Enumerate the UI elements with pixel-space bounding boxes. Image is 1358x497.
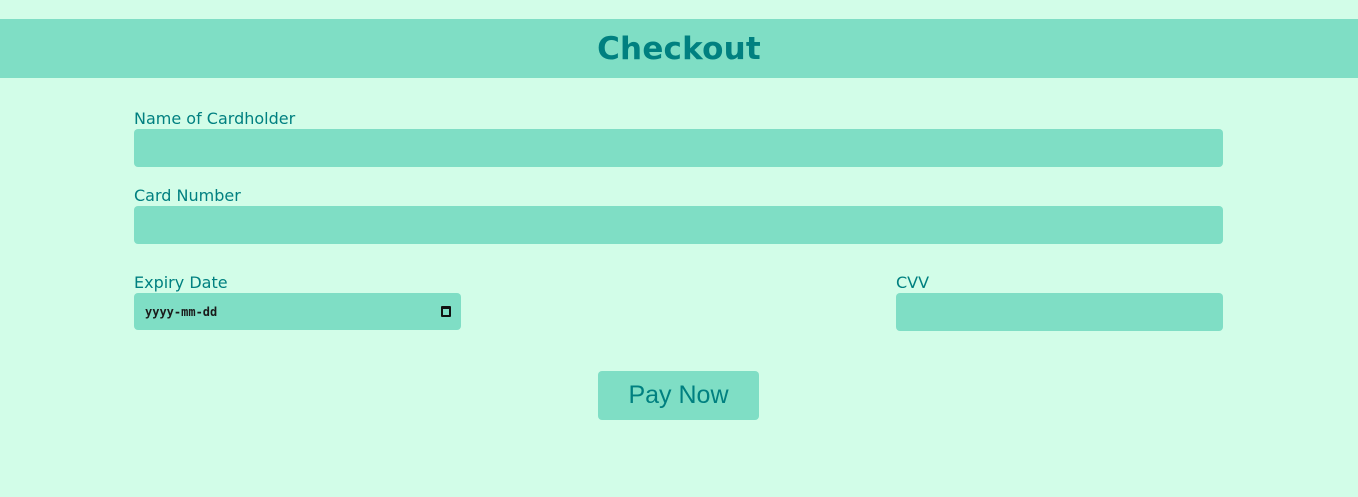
checkout-header: Checkout [0,19,1358,78]
cardholder-name-label: Name of Cardholder [134,109,296,128]
cvv-input[interactable] [896,293,1223,331]
cvv-label: CVV [896,273,930,292]
card-number-label: Card Number [134,186,241,205]
pay-now-button[interactable]: Pay Now [598,371,759,420]
card-number-input[interactable] [134,206,1223,244]
cardholder-name-input[interactable] [134,129,1223,167]
page-title: Checkout [597,30,761,67]
expiry-date-placeholder: yyyy-mm-dd [145,304,218,319]
expiry-date-label: Expiry Date [134,273,228,292]
expiry-date-input[interactable]: yyyy-mm-dd [134,293,461,330]
calendar-icon[interactable] [441,306,451,317]
